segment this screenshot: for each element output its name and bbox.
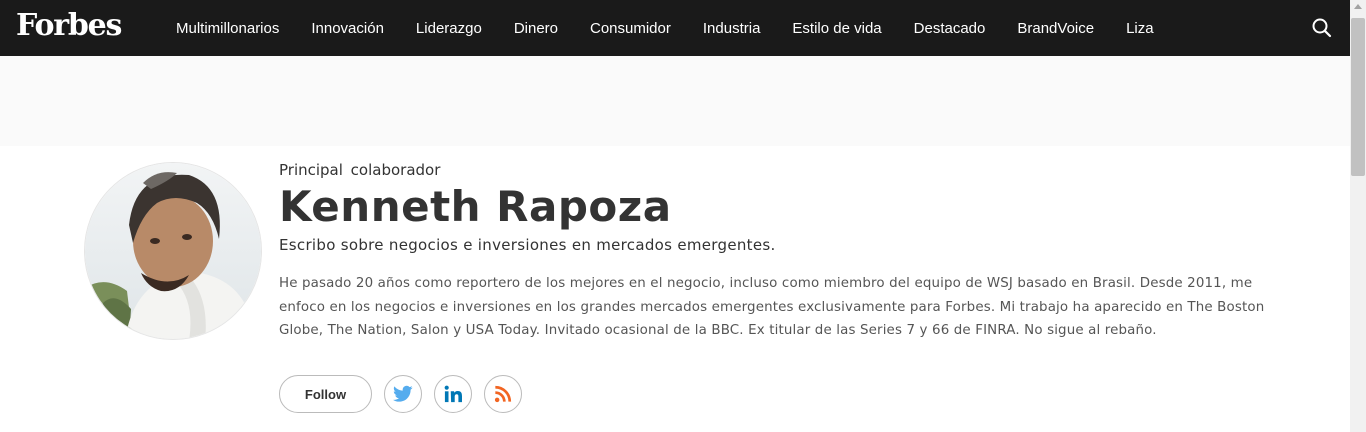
nav-item-consumidor[interactable]: Consumidor bbox=[590, 20, 671, 37]
author-bio: He pasado 20 años como reportero de los … bbox=[279, 276, 1265, 338]
nav-item-estilo-de-vida[interactable]: Estilo de vida bbox=[792, 20, 881, 37]
twitter-icon bbox=[393, 385, 413, 402]
author-role: Principal colaborador bbox=[279, 161, 441, 179]
nav-menu: Multimillonarios Innovación Liderazgo Di… bbox=[176, 0, 1186, 56]
nav-item-destacado[interactable]: Destacado bbox=[914, 20, 986, 37]
scrollbar-thumb[interactable] bbox=[1351, 18, 1365, 176]
nav-item-liderazgo[interactable]: Liderazgo bbox=[416, 20, 482, 37]
scroll-up-arrow-icon[interactable] bbox=[1354, 4, 1362, 9]
author-name: Kenneth Rapoza bbox=[279, 182, 672, 231]
nav-item-dinero[interactable]: Dinero bbox=[514, 20, 558, 37]
search-icon bbox=[1312, 18, 1332, 38]
linkedin-icon bbox=[444, 385, 462, 403]
nav-item-brandvoice[interactable]: BrandVoice bbox=[1017, 20, 1094, 37]
nav-item-multimillonarios[interactable]: Multimillonarios bbox=[176, 20, 279, 37]
follow-button[interactable]: Follow bbox=[279, 375, 372, 413]
nav-item-industria[interactable]: Industria bbox=[703, 20, 761, 37]
author-tagline: Escribo sobre negocios e inversiones en … bbox=[279, 236, 776, 254]
linkedin-link[interactable] bbox=[434, 375, 472, 413]
forbes-logo[interactable]: Forbes bbox=[16, 6, 122, 46]
profile-banner bbox=[0, 56, 1350, 146]
nav-item-liza[interactable]: Liza bbox=[1126, 20, 1154, 37]
top-navigation-bar: Forbes Multimillonarios Innovación Lider… bbox=[0, 0, 1350, 56]
rss-link[interactable] bbox=[484, 375, 522, 413]
rss-icon bbox=[494, 385, 512, 403]
twitter-link[interactable] bbox=[384, 375, 422, 413]
author-avatar bbox=[84, 162, 262, 340]
nav-item-innovacion[interactable]: Innovación bbox=[311, 20, 384, 37]
search-button[interactable] bbox=[1311, 17, 1333, 39]
